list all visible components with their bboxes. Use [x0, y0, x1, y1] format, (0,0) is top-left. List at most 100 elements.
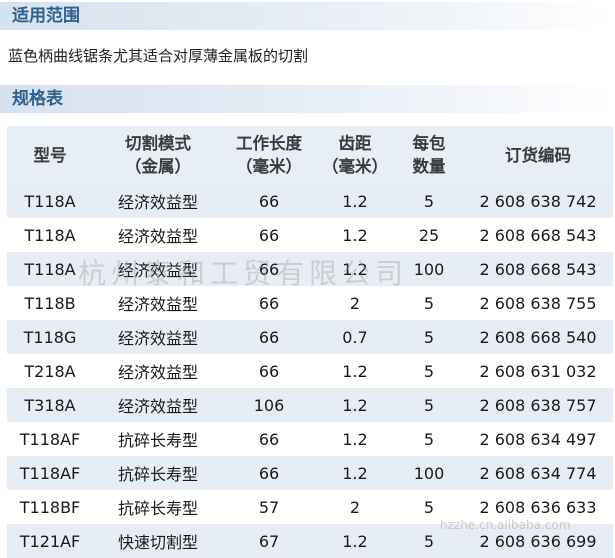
cell-model: T118BF — [19, 497, 81, 517]
cell-cut-mode: 经济效益型 — [117, 295, 198, 314]
table-row: T318A 经济效益型 106 1.2 5 2 608 638 757 — [7, 388, 613, 422]
cell-model: T118G — [23, 327, 77, 347]
cell-order-code: 2 608 638 757 — [479, 395, 597, 415]
cell-tooth-pitch: 1.2 — [342, 463, 368, 483]
cell-cut-mode: 经济效益型 — [117, 261, 198, 280]
table-row: T118A 经济效益型 66 1.2 25 2 608 668 543 — [7, 218, 613, 252]
cell-tooth-pitch: 1.2 — [342, 191, 368, 211]
spec-header-bar: 规格表 — [0, 85, 615, 113]
cell-order-code: 2 608 636 633 — [479, 497, 597, 517]
cell-cut-mode: 经济效益型 — [117, 227, 198, 246]
spec-table: 型号 切割模式 （金属） 工作长度 （毫米） 齿距 （毫米） 每包数量 订货编码 T118A 经济效… — [7, 126, 613, 558]
column-header-line: 每包 — [412, 134, 446, 153]
cell-work-length: 66 — [258, 191, 280, 211]
column-header-line: （毫米） — [236, 157, 302, 176]
table-row: T218A 经济效益型 66 1.2 5 2 608 631 032 — [7, 354, 613, 388]
cell-pack-qty: 25 — [418, 225, 440, 245]
cell-work-length: 66 — [258, 429, 280, 449]
cell-order-code: 2 608 634 497 — [479, 429, 597, 449]
cell-pack-qty: 5 — [423, 395, 435, 415]
cell-work-length: 66 — [258, 361, 280, 381]
column-header-model: 型号 — [7, 126, 93, 184]
column-header-line: 工作长度 — [236, 134, 302, 153]
table-row: T118B 经济效益型 66 2 5 2 608 638 755 — [7, 286, 613, 320]
cell-tooth-pitch: 1.2 — [342, 429, 368, 449]
cell-order-code: 2 608 668 543 — [479, 259, 597, 279]
column-header-tooth-pitch: 齿距 （毫米） — [315, 126, 395, 184]
cell-model: T118A — [24, 225, 76, 245]
cell-tooth-pitch: 1.2 — [342, 259, 368, 279]
cell-pack-qty: 5 — [423, 361, 435, 381]
table-row: T118A 经济效益型 66 1.2 100 2 608 668 543 — [7, 252, 613, 286]
column-header-line: 订货编码 — [505, 145, 571, 165]
column-header-line: （毫米） — [322, 157, 388, 176]
cell-model: T118A — [24, 191, 76, 211]
cell-tooth-pitch: 1.2 — [342, 395, 368, 415]
cell-model: T118AF — [19, 463, 81, 483]
cell-order-code: 2 608 631 032 — [479, 361, 597, 381]
cell-cut-mode: 抗碎长寿型 — [117, 499, 198, 518]
cell-model: T118B — [24, 293, 76, 313]
cell-model: T318A — [24, 395, 76, 415]
table-header-row: 型号 切割模式 （金属） 工作长度 （毫米） 齿距 （毫米） 每包数量 订货编码 — [7, 126, 613, 184]
cell-work-length: 66 — [258, 259, 280, 279]
cell-model: T121AF — [19, 531, 81, 551]
cell-pack-qty: 5 — [423, 497, 435, 517]
scope-title: 适用范围 — [12, 6, 80, 26]
cell-tooth-pitch: 2 — [349, 497, 361, 517]
cell-tooth-pitch: 1.2 — [342, 531, 368, 551]
cell-tooth-pitch: 2 — [349, 293, 361, 313]
spec-title: 规格表 — [12, 89, 63, 109]
cell-pack-qty: 5 — [423, 191, 435, 211]
table-row: T118A 经济效益型 66 1.2 5 2 608 638 742 — [7, 184, 613, 218]
cell-tooth-pitch: 1.2 — [342, 361, 368, 381]
column-header-line: 数量 — [412, 157, 446, 176]
cell-work-length: 66 — [258, 225, 280, 245]
table-row: T118G 经济效益型 66 0.7 5 2 608 668 540 — [7, 320, 613, 354]
cell-pack-qty: 100 — [413, 259, 445, 279]
column-header-order-code: 订货编码 — [463, 126, 613, 184]
cell-cut-mode: 经济效益型 — [117, 193, 198, 212]
column-header-line: （金属） — [125, 157, 191, 176]
cell-work-length: 67 — [258, 531, 280, 551]
table-row: T118BF 抗碎长寿型 57 2 5 2 608 636 633 — [7, 490, 613, 524]
scope-header-bar: 适用范围 — [0, 2, 615, 30]
table-row: T118AF 抗碎长寿型 66 1.2 100 2 608 634 774 — [7, 456, 613, 490]
table-row: T121AF 快速切割型 67 1.2 5 2 608 636 699 — [7, 524, 613, 558]
cell-tooth-pitch: 1.2 — [342, 225, 368, 245]
column-header-work-length: 工作长度 （毫米） — [223, 126, 315, 184]
table-row: T118AF 抗碎长寿型 66 1.2 5 2 608 634 497 — [7, 422, 613, 456]
cell-pack-qty: 100 — [413, 463, 445, 483]
cell-cut-mode: 抗碎长寿型 — [117, 465, 198, 484]
cell-cut-mode: 抗碎长寿型 — [117, 431, 198, 450]
cell-work-length: 106 — [253, 395, 285, 415]
cell-order-code: 2 608 638 742 — [479, 191, 597, 211]
column-header-pack-qty: 每包 数量 — [395, 126, 463, 184]
cell-order-code: 2 608 668 543 — [479, 225, 597, 245]
cell-model: T118A — [24, 259, 76, 279]
column-header-line: 型号 — [33, 145, 67, 165]
column-header-line: 齿距 — [338, 134, 372, 153]
cell-tooth-pitch: 0.7 — [342, 327, 368, 347]
cell-pack-qty: 5 — [423, 531, 435, 551]
cell-pack-qty: 5 — [423, 293, 435, 313]
cell-cut-mode: 经济效益型 — [117, 397, 198, 416]
cell-cut-mode: 快速切割型 — [117, 533, 198, 552]
cell-cut-mode: 经济效益型 — [117, 363, 198, 382]
cell-pack-qty: 5 — [423, 429, 435, 449]
cell-work-length: 66 — [258, 327, 280, 347]
cell-pack-qty: 5 — [423, 327, 435, 347]
column-header-cut-mode: 切割模式 （金属） — [93, 126, 223, 184]
cell-model: T118AF — [19, 429, 81, 449]
column-header-line: 切割模式 — [125, 134, 191, 153]
cell-work-length: 66 — [258, 293, 280, 313]
cell-model: T218A — [24, 361, 76, 381]
cell-order-code: 2 608 638 755 — [479, 293, 597, 313]
cell-order-code: 2 608 634 774 — [479, 463, 597, 483]
cell-order-code: 2 608 636 699 — [479, 531, 597, 551]
cell-work-length: 57 — [258, 497, 280, 517]
scope-description: 蓝色柄曲线锯条尤其适合对厚薄金属板的切割 — [8, 47, 309, 65]
cell-cut-mode: 经济效益型 — [117, 329, 198, 348]
cell-work-length: 66 — [258, 463, 280, 483]
cell-order-code: 2 608 668 540 — [479, 327, 597, 347]
